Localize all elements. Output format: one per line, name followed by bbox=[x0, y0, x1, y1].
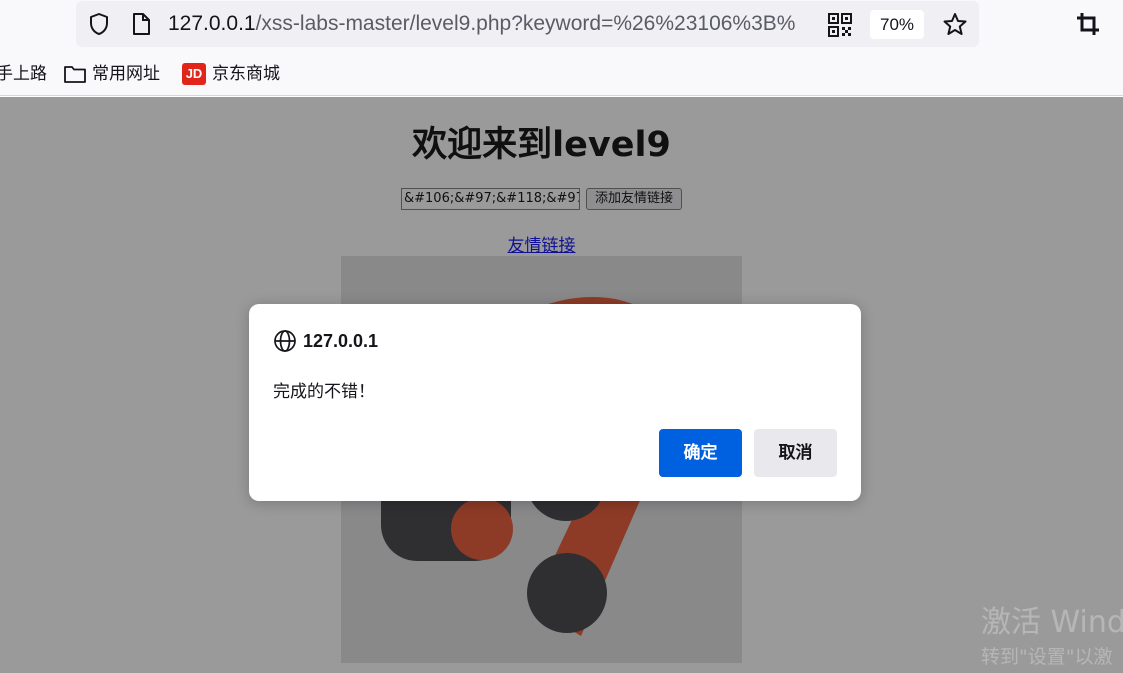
activation-watermark-title: 激活 Wind bbox=[981, 605, 1123, 640]
confirm-button[interactable]: 确定 bbox=[659, 429, 742, 477]
globe-icon bbox=[273, 329, 297, 357]
cancel-button[interactable]: 取消 bbox=[754, 429, 837, 477]
bookmark-common-sites[interactable]: 常用网址 bbox=[92, 62, 160, 86]
shield-icon[interactable] bbox=[87, 12, 111, 40]
folder-icon bbox=[63, 64, 87, 88]
jd-logo-icon: JD bbox=[182, 63, 206, 85]
dialog-message: 完成的不错！ bbox=[273, 382, 375, 402]
qr-code-icon[interactable] bbox=[828, 13, 852, 41]
bookmark-getting-started[interactable]: 手上路 bbox=[0, 62, 47, 86]
bookmarks-bar: 手上路 常用网址 JD 京东商城 bbox=[0, 50, 1123, 96]
activation-watermark-subtitle: 转到"设置"以激 bbox=[981, 646, 1113, 668]
dialog-host: 127.0.0.1 bbox=[303, 331, 379, 351]
page-icon[interactable] bbox=[130, 12, 152, 40]
url-host: 127.0.0.1 bbox=[168, 12, 256, 35]
star-icon[interactable] bbox=[942, 12, 968, 40]
url-path: /xss-labs-master/level9.php?keyword=%26%… bbox=[255, 12, 796, 35]
crop-icon[interactable] bbox=[1075, 11, 1101, 41]
address-bar[interactable]: 127.0.0.1/xss-labs-master/level9.php?key… bbox=[76, 1, 979, 47]
zoom-level-badge[interactable]: 70% bbox=[870, 10, 924, 39]
url-text[interactable]: 127.0.0.1/xss-labs-master/level9.php?key… bbox=[168, 12, 818, 36]
alert-dialog: 127.0.0.1 完成的不错！ 确定 取消 bbox=[249, 304, 861, 501]
browser-toolbar: 127.0.0.1/xss-labs-master/level9.php?key… bbox=[0, 0, 1123, 50]
bookmark-jd[interactable]: 京东商城 bbox=[212, 62, 280, 86]
